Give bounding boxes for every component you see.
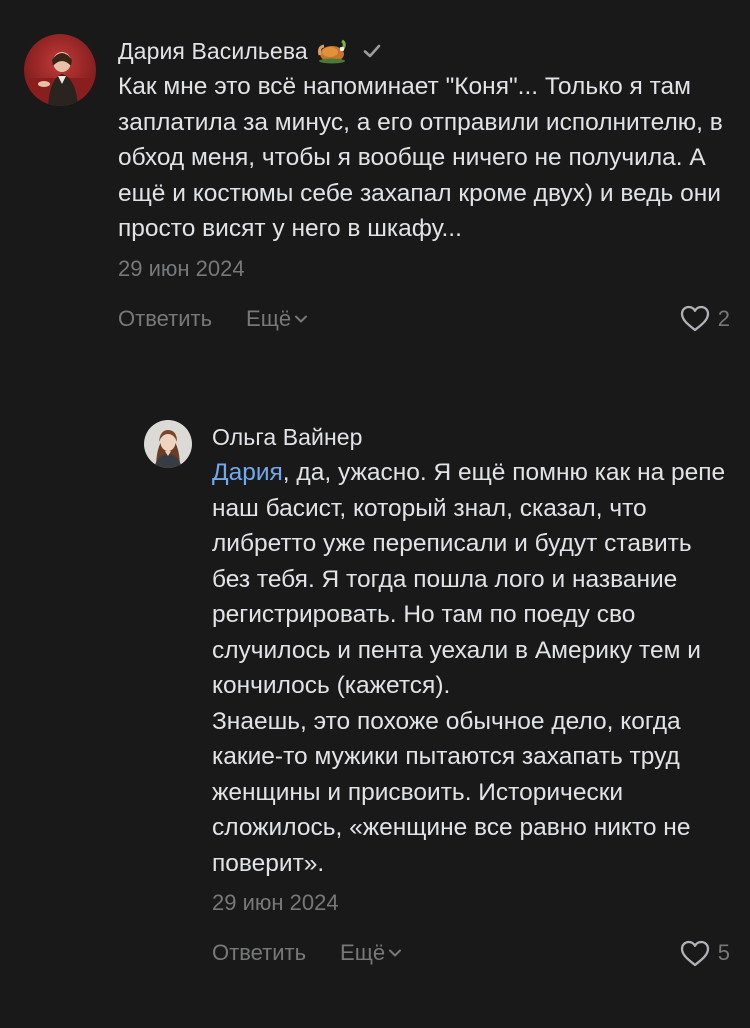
- more-button[interactable]: Ещё: [340, 940, 402, 966]
- heart-icon: [680, 305, 709, 332]
- more-label: Ещё: [246, 305, 292, 331]
- avatar[interactable]: [24, 34, 96, 106]
- comment-actions: Ответить Ещё 2: [118, 304, 730, 334]
- like-button[interactable]: 2: [680, 304, 730, 334]
- turkey-emoji-icon: [316, 37, 348, 65]
- reply-comment: Ольга Вайнер Дария, да, ужасно. Я ещё по…: [144, 420, 730, 968]
- like-count: 2: [717, 305, 730, 331]
- comment-date[interactable]: 29 июн 2024: [118, 256, 730, 282]
- more-label: Ещё: [340, 940, 386, 965]
- comment-body: Ольга Вайнер Дария, да, ужасно. Я ещё по…: [212, 420, 730, 968]
- heart-icon: [680, 940, 709, 966]
- comment-text: Дария, да, ужасно. Я ещё помню как на ре…: [212, 455, 730, 881]
- avatar[interactable]: [144, 420, 192, 468]
- reply-button[interactable]: Ответить: [118, 306, 212, 332]
- mention-link[interactable]: Дария: [212, 459, 283, 486]
- author-row: Ольга Вайнер: [212, 420, 730, 454]
- like-count: 5: [717, 940, 730, 965]
- comment-date[interactable]: 29 июн 2024: [212, 890, 730, 916]
- author-name[interactable]: Дария Васильева: [118, 38, 308, 65]
- chevron-down-icon: [389, 949, 402, 957]
- avatar-photo: [24, 34, 96, 106]
- comment-body: Дария Васильева Как мне это всё напомина…: [118, 34, 730, 334]
- comment-text: Как мне это всё напоминает "Коня"... Тол…: [118, 73, 730, 242]
- avatar-photo: [144, 420, 192, 468]
- comment-actions: Ответить Ещё 5: [212, 938, 730, 968]
- chevron-down-icon: [295, 315, 308, 322]
- author-name[interactable]: Ольга Вайнер: [212, 424, 363, 451]
- checkmark-icon: [362, 41, 382, 61]
- author-row: Дария Васильева: [118, 34, 730, 68]
- more-button[interactable]: Ещё: [246, 306, 308, 332]
- comment: Дария Васильева Как мне это всё напомина…: [24, 34, 730, 334]
- reply-text: , да, ужасно. Я ещё помню как на репе на…: [212, 459, 726, 877]
- like-button[interactable]: 5: [680, 938, 730, 968]
- reply-button[interactable]: Ответить: [212, 940, 306, 966]
